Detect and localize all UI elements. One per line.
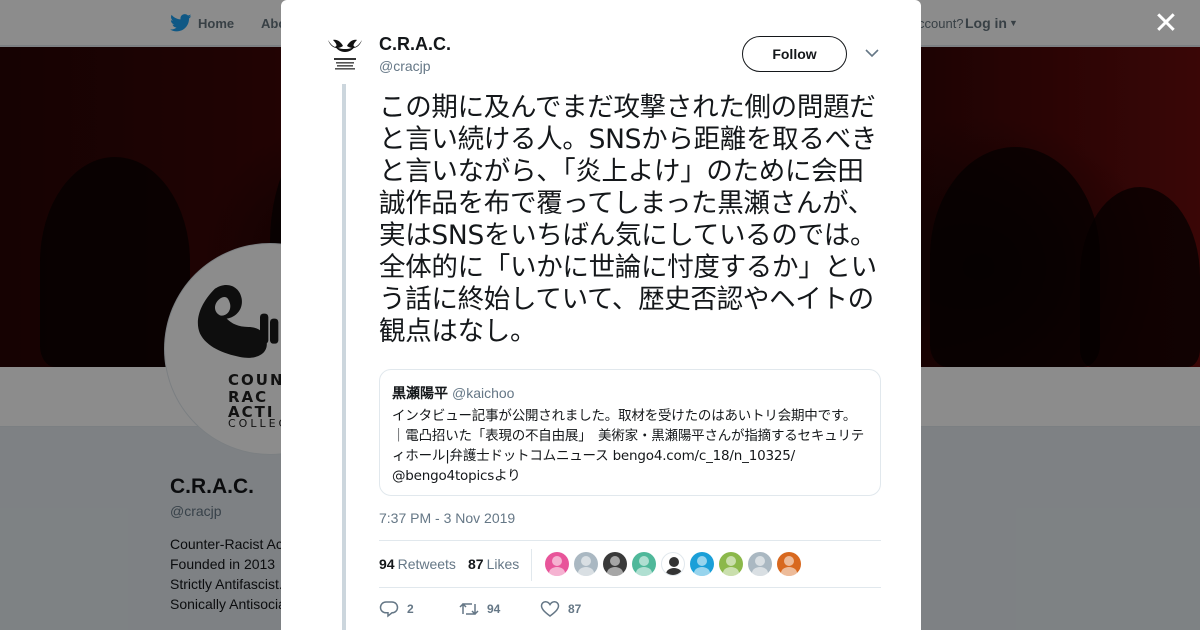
- avatar-silhouette-icon: [784, 556, 794, 566]
- retweet-button[interactable]: 94: [459, 596, 500, 622]
- liker-avatar[interactable]: [748, 552, 772, 576]
- retweets-stat[interactable]: 94 Retweets: [379, 556, 456, 572]
- likes-stat[interactable]: 87 Likes: [468, 556, 519, 572]
- liker-avatar[interactable]: [632, 552, 656, 576]
- avatar-silhouette-icon: [726, 556, 736, 566]
- author-avatar[interactable]: [325, 34, 365, 74]
- quoted-tweet-card[interactable]: 黒瀬陽平 @kaichoo インタビュー記事が公開されました。取材を受けたのはあい…: [379, 369, 881, 496]
- chevron-down-icon[interactable]: [863, 46, 881, 60]
- avatar-silhouette-icon: [578, 567, 594, 576]
- likes-count: 87: [468, 556, 484, 572]
- quoted-author-name: 黒瀬陽平: [392, 386, 448, 402]
- like-button[interactable]: 87: [540, 596, 581, 622]
- avatar-silhouette-icon: [549, 567, 565, 576]
- avatar-silhouette-icon: [781, 567, 797, 576]
- avatar-silhouette-icon: [752, 567, 768, 576]
- avatar-silhouette-icon: [639, 556, 649, 566]
- retweet-count: 94: [487, 602, 501, 616]
- avatar-silhouette-icon: [697, 556, 707, 566]
- avatar-silhouette-icon: [694, 567, 710, 576]
- tweet-timestamp[interactable]: 7:37 PM - 3 Nov 2019: [379, 510, 515, 526]
- tweet-actions: 2 94 87: [379, 596, 679, 622]
- like-count: 87: [568, 602, 582, 616]
- liker-avatar[interactable]: [603, 552, 627, 576]
- avatar-silhouette-icon: [552, 556, 562, 566]
- liker-avatar[interactable]: [719, 552, 743, 576]
- avatar-silhouette-icon: [669, 557, 679, 567]
- quoted-author-handle: @kaichoo: [452, 385, 515, 401]
- follow-button[interactable]: Follow: [742, 36, 847, 72]
- stats-divider: [531, 549, 532, 581]
- liker-avatar[interactable]: [690, 552, 714, 576]
- avatar-silhouette-icon: [607, 567, 623, 576]
- avatar-silhouette-icon: [723, 567, 739, 576]
- retweets-label: Retweets: [397, 556, 456, 572]
- author-handle[interactable]: @cracjp: [379, 58, 431, 74]
- close-button[interactable]: ✕: [1152, 9, 1180, 39]
- quoted-tweet-text: インタビュー記事が公開されました。取材を受けたのはあいトリ会期中です。｜電凸招い…: [392, 408, 865, 484]
- reply-icon: [379, 601, 399, 618]
- avatar-silhouette-icon: [666, 568, 682, 575]
- avatar-silhouette-icon: [755, 556, 765, 566]
- tweet-stats: 94 Retweets 87 Likes: [379, 540, 881, 588]
- reply-count: 2: [407, 602, 414, 616]
- thread-line: [342, 84, 346, 630]
- avatar-silhouette-icon: [636, 567, 652, 576]
- liker-avatar[interactable]: [777, 552, 801, 576]
- avatar-silhouette-icon: [581, 556, 591, 566]
- retweet-icon: [459, 602, 479, 616]
- tweet-modal: C.R.A.C. @cracjp Follow この期に及んでまだ攻撃された側の…: [281, 0, 921, 630]
- liker-avatar[interactable]: [574, 552, 598, 576]
- heart-icon: [540, 601, 560, 617]
- retweets-count: 94: [379, 556, 395, 572]
- tweet-text: この期に及んでまだ攻撃された側の問題だと言い続ける人。SNSから距離を取るべきと…: [379, 92, 877, 347]
- author-name[interactable]: C.R.A.C.: [379, 34, 451, 55]
- reply-button[interactable]: 2: [379, 596, 414, 622]
- liker-avatar[interactable]: [545, 552, 569, 576]
- avatar-silhouette-icon: [610, 556, 620, 566]
- likes-label: Likes: [486, 556, 520, 572]
- liker-avatar[interactable]: [661, 552, 685, 576]
